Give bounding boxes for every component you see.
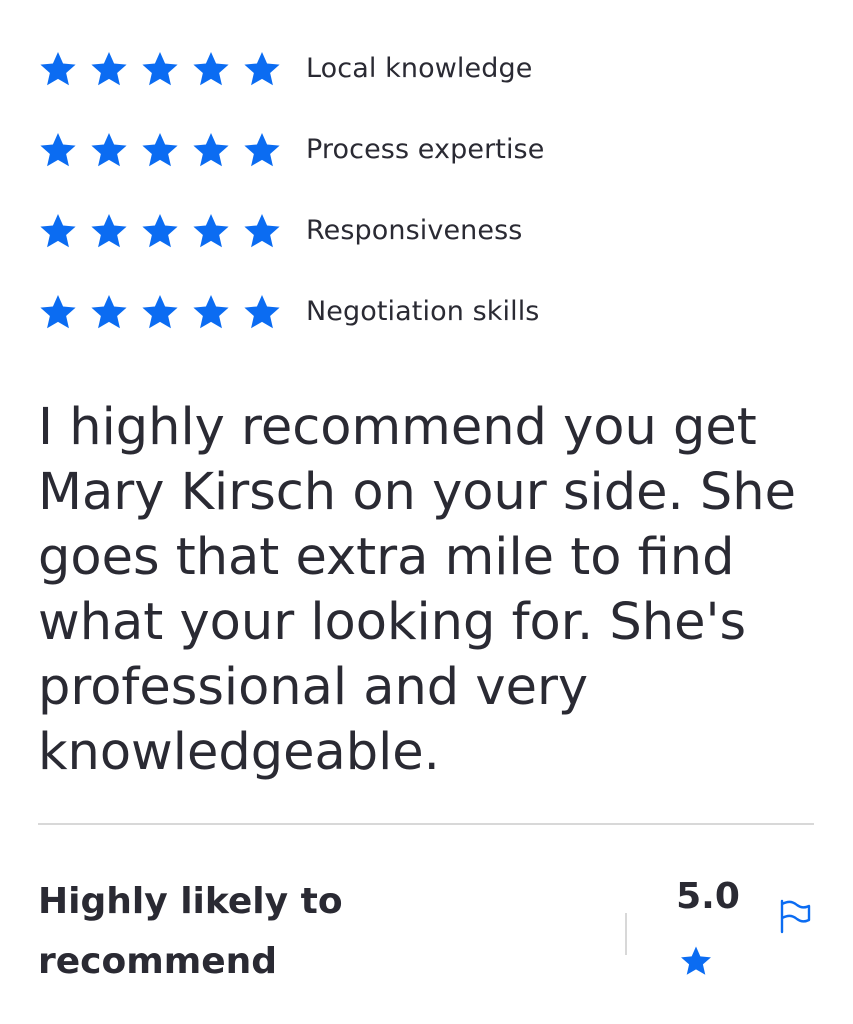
- star-icon: [89, 292, 129, 332]
- star-icon: [89, 49, 129, 89]
- star-rating: [38, 292, 282, 332]
- flag-icon[interactable]: [778, 898, 812, 934]
- star-icon: [242, 49, 282, 89]
- star-icon: [140, 130, 180, 170]
- star-icon: [38, 49, 78, 89]
- rating-label: Local knowledge: [306, 53, 533, 84]
- vertical-divider: [625, 913, 627, 955]
- rating-row: Negotiation skills: [38, 291, 798, 332]
- star-icon: [191, 292, 231, 332]
- star-rating: [38, 49, 282, 89]
- star-icon: [242, 292, 282, 332]
- star-icon: [679, 944, 713, 978]
- divider: [38, 823, 814, 825]
- rating-label: Responsiveness: [306, 215, 523, 246]
- star-icon: [140, 211, 180, 251]
- star-icon: [38, 292, 78, 332]
- star-icon: [89, 211, 129, 251]
- star-icon: [38, 130, 78, 170]
- recommend-label-line2: recommend: [38, 941, 278, 982]
- ratings-list: Local knowledge Process expertise Responsi…: [38, 48, 798, 372]
- rating-label: Process expertise: [306, 134, 545, 165]
- star-icon: [242, 130, 282, 170]
- star-icon: [191, 130, 231, 170]
- star-icon: [191, 211, 231, 251]
- star-rating: [38, 130, 282, 170]
- star-icon: [242, 211, 282, 251]
- rating-row: Local knowledge: [38, 48, 798, 89]
- star-rating: [38, 211, 282, 251]
- review-text: I highly recommend you get Mary Kirsch o…: [38, 398, 796, 782]
- overall-score: 5.0: [676, 876, 740, 917]
- rating-label: Negotiation skills: [306, 296, 540, 327]
- rating-row: Process expertise: [38, 129, 798, 170]
- recommend-label-line1: Highly likely to: [38, 881, 343, 922]
- star-icon: [191, 49, 231, 89]
- star-icon: [89, 130, 129, 170]
- rating-row: Responsiveness: [38, 210, 798, 251]
- recommend-label: Highly likely to recommend: [38, 872, 458, 992]
- star-icon: [38, 211, 78, 251]
- star-icon: [140, 292, 180, 332]
- star-icon: [140, 49, 180, 89]
